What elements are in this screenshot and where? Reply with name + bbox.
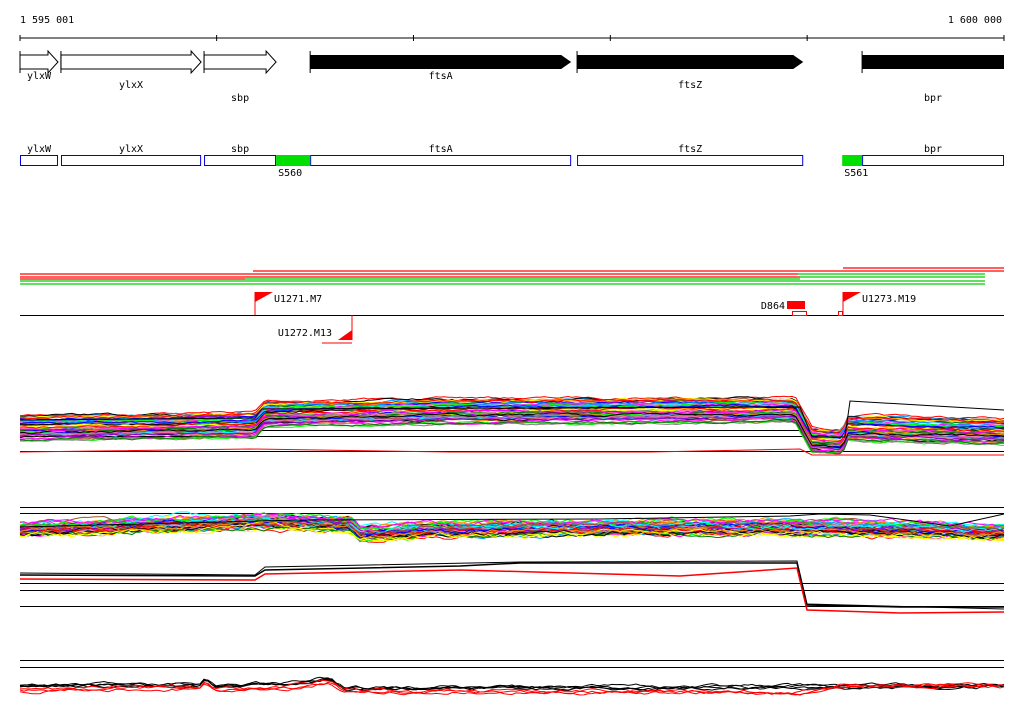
feature-flag-icon <box>338 330 352 340</box>
feature-label: D864 <box>761 301 785 312</box>
ruler-start-label: 1 595 001 <box>20 15 74 26</box>
intergenic-segment <box>842 155 863 166</box>
gene-segment <box>20 155 58 166</box>
gene-segment-label: ylxX <box>119 144 143 155</box>
gene-label: ylxW <box>27 71 52 82</box>
gene-arrow <box>60 49 202 75</box>
gene-segment-label: ylxW <box>27 144 52 155</box>
feature-label: U1272.M13 <box>278 328 332 339</box>
gene-ftsA: ftsA <box>309 51 572 82</box>
feature-box-outline <box>838 311 843 316</box>
segmentation-track: ylxW ylxX sbp ftsA ftsZ bpr S560 S561 <box>20 144 1004 179</box>
gene-segment <box>577 155 804 166</box>
feature-label: U1271.M7 <box>274 294 322 305</box>
gene-segment-label: sbp <box>231 144 249 155</box>
gene-arrow <box>310 55 572 69</box>
gene-segment-label: ftsA <box>429 144 453 155</box>
gene-segment-label: ftsZ <box>678 144 702 155</box>
features-track: U1271.M7 U1272.M13 D864 U1273.M19 <box>20 292 1004 344</box>
genome-browser-view: 1 595 001 1 600 000 ylxW ylxX sbp ftsA ftsZ b… <box>19 15 1005 696</box>
intergenic-segment-label: S560 <box>278 168 302 179</box>
ruler-end-label: 1 600 000 <box>948 15 1002 26</box>
gene-ylxW: ylxW <box>19 49 59 82</box>
gene-ylxX: ylxX <box>60 49 202 91</box>
gene-arrow <box>19 49 59 75</box>
gene-segment <box>204 155 277 166</box>
gene-arrow <box>203 49 277 75</box>
feature-flag-icon <box>255 292 273 302</box>
transcript-bars-track <box>20 267 1004 285</box>
gene-label: sbp <box>231 93 249 104</box>
feature-label: U1273.M19 <box>862 294 916 305</box>
gene-label: ftsZ <box>678 80 702 91</box>
gene-segment <box>862 155 1004 166</box>
feature-box-outline <box>792 311 807 316</box>
gene-label: ftsA <box>429 71 453 82</box>
feature-U1273.M19: U1273.M19 <box>842 292 916 315</box>
expression-profiles <box>19 395 1005 696</box>
profile-series <box>19 560 1005 610</box>
feature-flag-icon <box>843 292 861 302</box>
feature-U1271.M7: U1271.M7 <box>254 292 322 315</box>
feature-U1272.M13: U1272.M13 <box>278 315 353 344</box>
feature-D864: D864 <box>761 301 807 316</box>
annotated-genes-track: ylxW ylxX sbp ftsA ftsZ bpr <box>19 49 1004 104</box>
profile-series <box>19 562 1004 608</box>
gene-label: bpr <box>924 93 942 104</box>
coordinate-ruler: 1 595 001 1 600 000 <box>19 15 1005 41</box>
gene-segment <box>61 155 202 166</box>
gene-segment-label: bpr <box>924 144 942 155</box>
gene-arrow <box>577 55 804 69</box>
feature-box <box>787 301 805 309</box>
gene-sbp: sbp <box>203 49 277 104</box>
gene-segment <box>310 155 572 166</box>
gene-ftsZ: ftsZ <box>576 51 804 91</box>
intergenic-segment <box>276 155 311 166</box>
gene-bpr: bpr <box>861 51 1004 104</box>
intergenic-segment-label: S561 <box>844 168 868 179</box>
gene-arrow <box>862 55 1004 69</box>
gene-label: ylxX <box>119 80 143 91</box>
